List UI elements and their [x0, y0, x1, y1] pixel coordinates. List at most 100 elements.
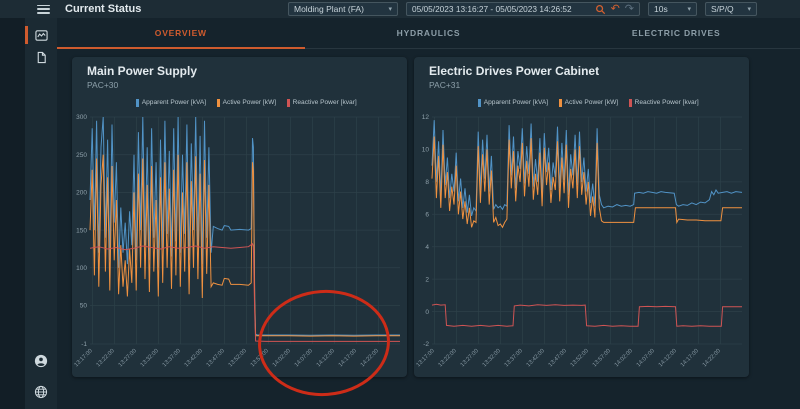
- legend-label: Apparent Power [kVA]: [484, 99, 548, 106]
- svg-text:12: 12: [422, 114, 430, 121]
- svg-text:14:12:00: 14:12:00: [658, 348, 678, 368]
- svg-text:300: 300: [76, 114, 87, 121]
- tab-overview[interactable]: OVERVIEW: [57, 18, 305, 48]
- mode-select[interactable]: S/P/Q ▾: [705, 2, 757, 16]
- svg-text:8: 8: [425, 179, 429, 186]
- sidebar-item-account[interactable]: [25, 350, 57, 372]
- svg-text:0: 0: [425, 309, 429, 316]
- svg-text:13:22:00: 13:22:00: [438, 348, 458, 368]
- document-icon: [35, 51, 48, 64]
- charts-icon: [35, 29, 48, 42]
- sidebar: [25, 18, 57, 409]
- svg-text:2: 2: [425, 276, 429, 283]
- main-power-chart[interactable]: 30025020015010050-113:17:0013:22:0013:27…: [72, 109, 407, 381]
- account-icon: [34, 354, 48, 368]
- svg-text:14:17:00: 14:17:00: [338, 348, 358, 368]
- svg-text:13:17:00: 13:17:00: [416, 348, 436, 368]
- nav-rail: [0, 18, 25, 409]
- chevron-down-icon: ▾: [747, 5, 751, 13]
- svg-text:13:52:00: 13:52:00: [570, 348, 590, 368]
- date-range-value: 05/05/2023 13:16:27 - 05/05/2023 14:26:5…: [412, 4, 572, 14]
- svg-text:13:37:00: 13:37:00: [162, 348, 182, 368]
- legend-item[interactable]: Active Power [kW]: [217, 98, 276, 107]
- legend-label: Active Power [kW]: [223, 99, 277, 106]
- search-icon[interactable]: [595, 4, 606, 15]
- page-title: Current Status: [65, 3, 141, 15]
- svg-text:50: 50: [80, 303, 88, 310]
- svg-text:13:57:00: 13:57:00: [250, 348, 270, 368]
- topbar: Current Status Molding Plant (FA) ▾ 05/0…: [0, 0, 800, 18]
- interval-select-value: 10s: [654, 4, 668, 14]
- svg-text:13:32:00: 13:32:00: [482, 348, 502, 368]
- legend-label: Reactive Power [kvar]: [635, 99, 699, 106]
- svg-text:4: 4: [425, 244, 429, 251]
- chart-title: Main Power Supply: [87, 64, 407, 78]
- undo-icon[interactable]: ↶: [611, 4, 620, 14]
- sidebar-item-charts[interactable]: [25, 24, 57, 46]
- svg-text:14:12:00: 14:12:00: [316, 348, 336, 368]
- svg-text:13:42:00: 13:42:00: [526, 348, 546, 368]
- electric-drives-chart[interactable]: 121086420-213:17:0013:22:0013:27:0013:32…: [414, 109, 749, 381]
- svg-text:14:17:00: 14:17:00: [680, 348, 700, 368]
- sidebar-item-reports[interactable]: [25, 46, 57, 68]
- legend-item[interactable]: Reactive Power [kvar]: [629, 98, 699, 107]
- svg-text:13:37:00: 13:37:00: [504, 348, 524, 368]
- svg-text:200: 200: [76, 190, 87, 197]
- svg-text:13:17:00: 13:17:00: [74, 348, 94, 368]
- svg-text:13:32:00: 13:32:00: [140, 348, 160, 368]
- mode-select-value: S/P/Q: [711, 4, 734, 14]
- legend-swatch: [287, 99, 290, 107]
- svg-text:250: 250: [76, 152, 87, 159]
- legend-item[interactable]: Active Power [kW]: [559, 98, 618, 107]
- svg-text:14:22:00: 14:22:00: [702, 348, 722, 368]
- plant-select-value: Molding Plant (FA): [294, 4, 364, 14]
- date-range-field[interactable]: 05/05/2023 13:16:27 - 05/05/2023 14:26:5…: [406, 2, 640, 16]
- redo-icon[interactable]: ↷: [625, 4, 634, 14]
- legend-swatch: [559, 99, 562, 107]
- content-area: OVERVIEW HYDRAULICS ELECTRIC DRIVES Main…: [57, 18, 800, 409]
- legend-item[interactable]: Apparent Power [kVA]: [136, 98, 206, 107]
- tab-electric-drives[interactable]: ELECTRIC DRIVES: [552, 18, 800, 48]
- svg-text:14:07:00: 14:07:00: [636, 348, 656, 368]
- svg-text:6: 6: [425, 212, 429, 219]
- svg-text:14:02:00: 14:02:00: [272, 348, 292, 368]
- svg-text:13:22:00: 13:22:00: [96, 348, 116, 368]
- legend-item[interactable]: Apparent Power [kVA]: [478, 98, 548, 107]
- svg-text:-2: -2: [423, 341, 429, 348]
- svg-text:150: 150: [76, 227, 87, 234]
- electric-drives-card: Electric Drives Power Cabinet PAC+31 App…: [414, 57, 749, 377]
- chart-subtitle: PAC+30: [87, 80, 407, 90]
- svg-text:10: 10: [422, 147, 430, 154]
- legend-label: Active Power [kW]: [565, 99, 619, 106]
- plant-select[interactable]: Molding Plant (FA) ▾: [288, 2, 398, 16]
- svg-text:13:47:00: 13:47:00: [548, 348, 568, 368]
- svg-text:13:52:00: 13:52:00: [228, 348, 248, 368]
- tab-hydraulics[interactable]: HYDRAULICS: [305, 18, 553, 48]
- main-power-supply-card: Main Power Supply PAC+30 Apparent Power …: [72, 57, 407, 377]
- globe-icon: [34, 385, 48, 399]
- legend-swatch: [629, 99, 632, 107]
- legend-label: Reactive Power [kvar]: [293, 99, 357, 106]
- svg-text:14:07:00: 14:07:00: [294, 348, 314, 368]
- svg-text:13:42:00: 13:42:00: [184, 348, 204, 368]
- chart-subtitle: PAC+31: [429, 80, 749, 90]
- svg-text:14:02:00: 14:02:00: [614, 348, 634, 368]
- svg-text:13:47:00: 13:47:00: [206, 348, 226, 368]
- menu-icon[interactable]: [37, 5, 50, 14]
- interval-select[interactable]: 10s ▾: [648, 2, 697, 16]
- chevron-down-icon: ▾: [388, 5, 392, 13]
- legend-swatch: [136, 99, 139, 107]
- legend-label: Apparent Power [kVA]: [142, 99, 206, 106]
- legend-swatch: [478, 99, 481, 107]
- chevron-down-icon: ▾: [687, 5, 691, 13]
- svg-text:-1: -1: [81, 341, 87, 348]
- chart-title: Electric Drives Power Cabinet: [429, 64, 749, 78]
- legend-swatch: [217, 99, 220, 107]
- legend-item[interactable]: Reactive Power [kvar]: [287, 98, 357, 107]
- tab-bar: OVERVIEW HYDRAULICS ELECTRIC DRIVES: [57, 18, 800, 49]
- svg-text:13:27:00: 13:27:00: [118, 348, 138, 368]
- chart-legend: Apparent Power [kVA] Active Power [kW] Rea…: [72, 98, 407, 107]
- chart-legend: Apparent Power [kVA] Active Power [kW] Rea…: [414, 98, 749, 107]
- svg-text:13:57:00: 13:57:00: [592, 348, 612, 368]
- sidebar-item-language[interactable]: [25, 381, 57, 403]
